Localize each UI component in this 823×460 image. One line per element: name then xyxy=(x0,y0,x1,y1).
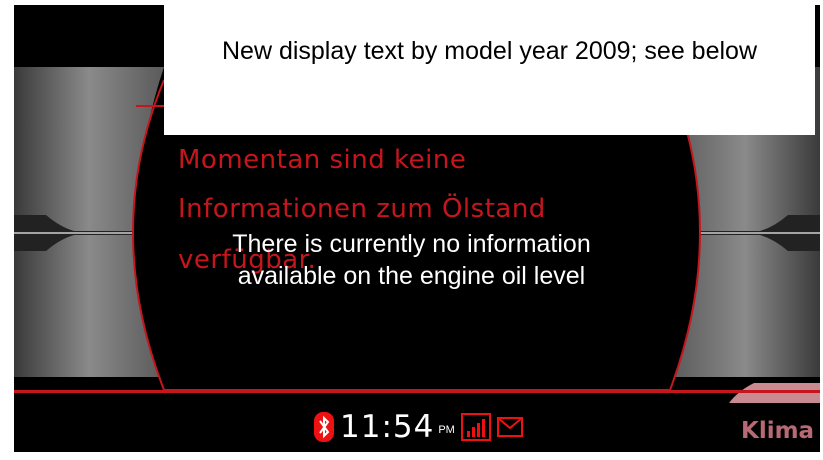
status-bar: 11:54 PM xyxy=(314,409,523,445)
message-line-2: Informationen zum Ölstand xyxy=(178,194,546,224)
envelope-icon xyxy=(496,417,523,437)
klima-softkey[interactable]: Klima xyxy=(741,418,814,444)
callout-text: New display text by model year 2009; see… xyxy=(221,37,757,65)
page: Momentan sind keine Informationen zum Öl… xyxy=(0,0,823,460)
translation-line-1: There is currently no information xyxy=(232,230,591,258)
message-line-1: Momentan sind keine xyxy=(178,145,467,175)
bluetooth-icon xyxy=(314,412,334,442)
am-pm-indicator: PM xyxy=(438,424,455,436)
signal-strength-icon xyxy=(460,413,491,441)
clock: 11:54 xyxy=(340,409,435,445)
translation-overlay: There is currently no information availa… xyxy=(0,228,823,292)
callout-box: New display text by model year 2009; see… xyxy=(164,5,815,135)
translation-line-2: available on the engine oil level xyxy=(237,262,586,290)
